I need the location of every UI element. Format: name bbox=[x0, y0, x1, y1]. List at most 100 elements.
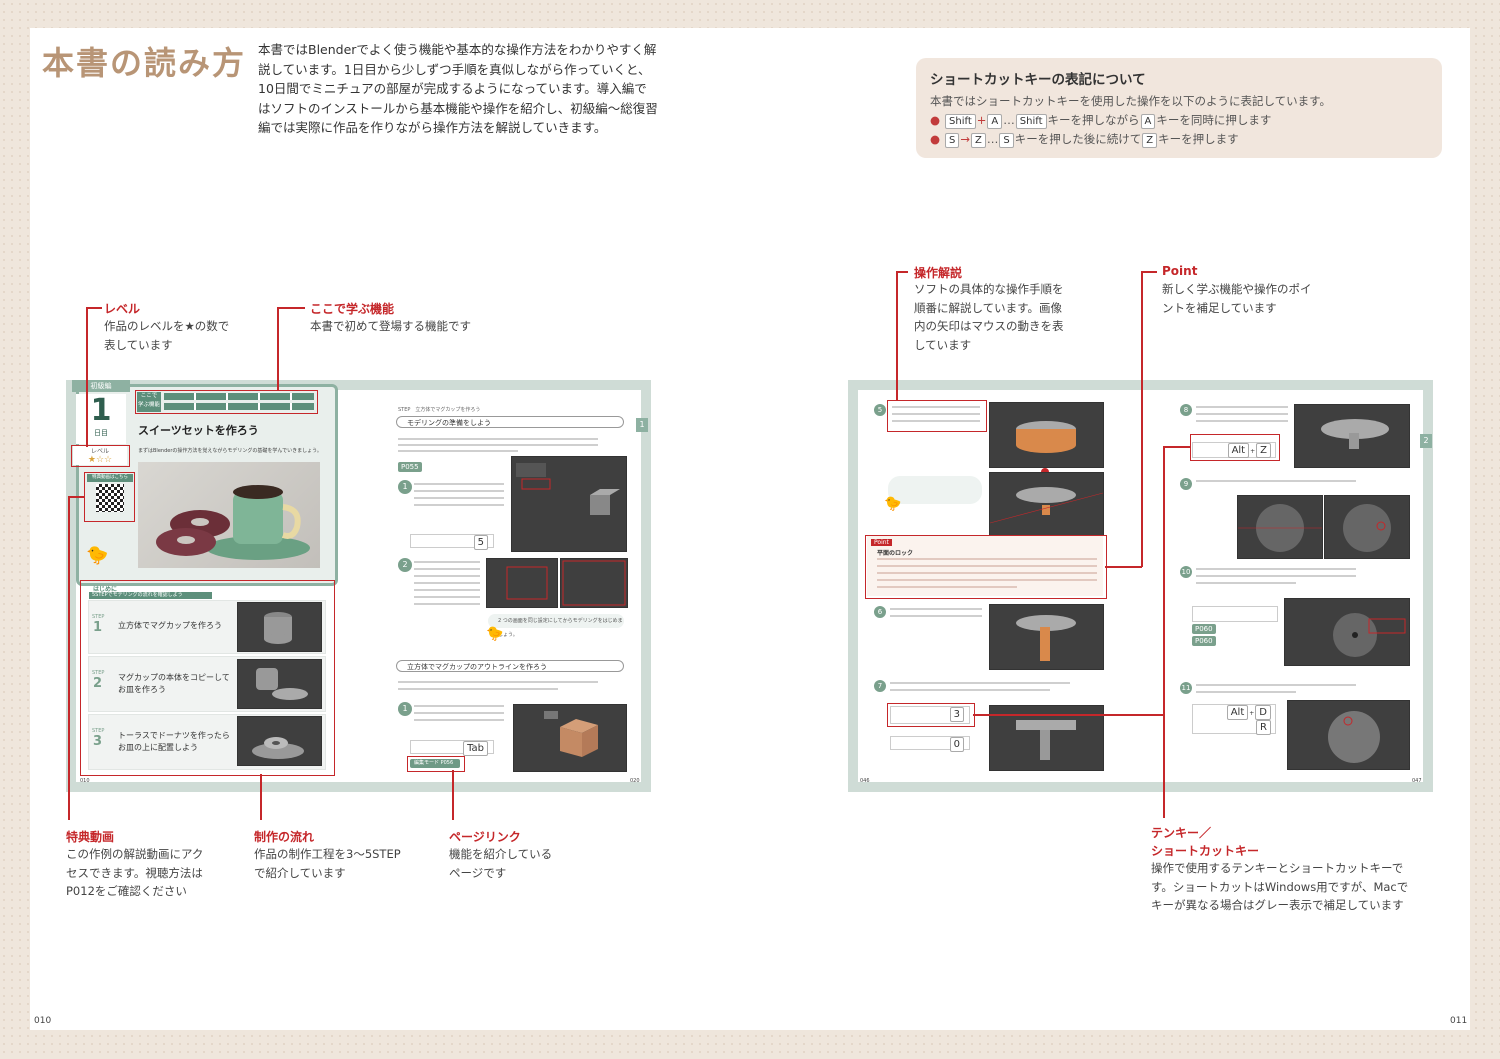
callout-level-label: レベル bbox=[104, 302, 141, 316]
key-shift: Shift bbox=[1015, 114, 1047, 129]
shortcut-description: 本書ではショートカットキーを使用した操作を以下のように表記しています。 bbox=[930, 94, 1332, 108]
blender-duplicate-screenshot bbox=[1287, 700, 1410, 770]
blender-cube-screenshot bbox=[513, 704, 627, 772]
shortcut-example-combo: ● Shift + A… Shift キーを押しながら A キーを同時に押します bbox=[930, 112, 1271, 129]
key-shift: Shift bbox=[945, 114, 976, 129]
key-z: Z bbox=[971, 133, 986, 148]
example-text: キーを押した後に続けて bbox=[1014, 132, 1142, 146]
day-badge: 1 日目 bbox=[76, 394, 126, 444]
step-circle: 11 bbox=[1180, 682, 1192, 694]
page-number-left: 010 bbox=[34, 1016, 52, 1026]
mascot-bird-icon: 🐤 bbox=[86, 545, 109, 566]
step-circle: 1 bbox=[398, 480, 412, 494]
keycap-box: 5 bbox=[410, 534, 494, 550]
blender-cylinder-screenshot bbox=[989, 472, 1104, 536]
step-circle: 9 bbox=[1180, 478, 1192, 490]
step-circle: 1 bbox=[398, 702, 412, 716]
key-a: A bbox=[1140, 114, 1156, 129]
section-heading: 立方体でマグカップのアウトラインを作ろう bbox=[396, 660, 624, 672]
keys-highlight-box bbox=[1190, 434, 1280, 461]
sample-folio: 046 bbox=[860, 778, 870, 784]
arrow-symbol: → bbox=[960, 132, 971, 146]
level-highlight-box bbox=[71, 445, 130, 467]
hint-bubble: 2 つの画面を同じ設定にしてからモデリングをはじめましょう。 bbox=[488, 614, 624, 638]
keys-highlight-box bbox=[887, 703, 975, 727]
edition-tag: 初級編 bbox=[72, 380, 130, 392]
blender-gizmo-screenshot bbox=[1324, 495, 1410, 559]
keycap-box bbox=[1192, 606, 1278, 622]
keycap-box: Alt + D R bbox=[1192, 704, 1276, 735]
blender-outliner-screenshot bbox=[486, 558, 558, 608]
column-step-label: STEP 立方体でマグカップを作ろう bbox=[398, 406, 480, 413]
key-d: D bbox=[1255, 705, 1271, 720]
callout-level-desc: 作品のレベルを★の数で 表しています bbox=[104, 319, 230, 352]
chapter-side-tab: 2 bbox=[1420, 434, 1432, 448]
step-circle: 10 bbox=[1180, 566, 1192, 578]
mascot-bird-icon: 🐤 bbox=[884, 496, 902, 512]
page-number-right: 011 bbox=[1450, 1016, 1468, 1026]
callout-keys-label: テンキー／ ショートカットキー bbox=[1151, 826, 1260, 858]
blender-pivot-screenshot bbox=[1284, 598, 1410, 666]
key-5: 5 bbox=[473, 535, 488, 550]
blender-table-screenshot bbox=[989, 604, 1104, 670]
keycap-box: 0 bbox=[890, 736, 970, 752]
mascot-bird-icon: 🐤 bbox=[486, 626, 504, 642]
step-circle: 6 bbox=[874, 606, 886, 618]
shortcut-heading: ショートカットキーの表記について bbox=[930, 72, 1146, 88]
shortcut-example-sequence: ● S → Z… S キーを押した後に続けて Z キーを押します bbox=[930, 131, 1239, 148]
sample-folio: 010 bbox=[80, 778, 90, 784]
pagelink-pill: P060 bbox=[1192, 636, 1216, 646]
pagelink-highlight-box bbox=[407, 756, 465, 772]
blender-gizmo-screenshot bbox=[1237, 495, 1323, 559]
callout-pagelink-label: ページリンク bbox=[449, 830, 521, 844]
step-word: STEP bbox=[398, 407, 411, 413]
callout-flow-desc: 作品の制作工程を3〜5STEP で紹介しています bbox=[254, 847, 401, 880]
callout-video-label: 特典動画 bbox=[66, 830, 115, 844]
sweets-set-photo bbox=[138, 462, 320, 568]
blender-viewport-screenshot bbox=[511, 456, 627, 552]
bullet-icon: ● bbox=[930, 113, 941, 127]
key-z: Z bbox=[1142, 133, 1158, 148]
shortcut-notation-box: ショートカットキーの表記について 本書ではショートカットキーを使用した操作を以下… bbox=[916, 58, 1442, 158]
callout-point-label: Point bbox=[1162, 264, 1198, 278]
callout-keys-desc: 操作で使用するテンキーとショートカットキーで す。ショートカットはWindows… bbox=[1151, 861, 1409, 912]
section-heading: モデリングの準備をしよう bbox=[396, 416, 624, 428]
point-highlight-box bbox=[865, 535, 1107, 599]
column-step-heading: 立方体でマグカップを作ろう bbox=[415, 407, 481, 413]
key-s: S bbox=[945, 133, 960, 148]
key-tab: Tab bbox=[463, 741, 488, 756]
blender-cylinder-screenshot bbox=[989, 402, 1104, 468]
sweets-illustration bbox=[156, 485, 310, 560]
video-highlight-box bbox=[84, 472, 135, 522]
example-text: キーを押しながら bbox=[1047, 113, 1140, 127]
callout-point-desc: 新しく学ぶ機能や操作のポイ ントを補足しています bbox=[1162, 282, 1312, 315]
blender-outliner-screenshot bbox=[560, 558, 628, 608]
callout-video-desc: この作例の解説動画にアク セスできます。視聴方法は P012をご確認ください bbox=[66, 847, 204, 898]
callout-operation-desc: ソフトの具体的な操作手順を 順番に解説しています。画像 内の矢印はマウスの動きを… bbox=[914, 282, 1064, 352]
key-alt: Alt bbox=[1226, 705, 1249, 720]
blender-topview-screenshot bbox=[1294, 404, 1410, 468]
example-text: キーを同時に押します bbox=[1156, 113, 1272, 127]
flow-highlight-box bbox=[80, 580, 335, 776]
bullet-icon: ● bbox=[930, 132, 941, 146]
pagelink-pill: P060 bbox=[1192, 624, 1216, 634]
key-0: 0 bbox=[949, 737, 964, 752]
key-r: R bbox=[1256, 720, 1271, 735]
pagelink-pill: P055 bbox=[398, 462, 422, 472]
features-highlight-box bbox=[135, 390, 318, 414]
chapter-title: スイーツセットを作ろう bbox=[138, 424, 259, 437]
operation-highlight-box bbox=[887, 400, 987, 432]
step-circle: 5 bbox=[874, 404, 886, 416]
plus-symbol: + bbox=[976, 113, 987, 127]
keycap-box: Tab bbox=[410, 740, 494, 756]
chapter-side-tab: 1 bbox=[636, 418, 648, 432]
separator: … bbox=[986, 132, 999, 146]
separator: … bbox=[1003, 113, 1015, 127]
callout-features-desc: 本書で初めて登場する機能です bbox=[310, 319, 471, 333]
step-circle: 2 bbox=[398, 558, 412, 572]
callout-pagelink-desc: 機能を紹介している ページです bbox=[449, 847, 553, 880]
page-title: 本書の読み方 bbox=[42, 44, 247, 82]
step-circle: 8 bbox=[1180, 404, 1192, 416]
day-label: 日目 bbox=[94, 429, 108, 437]
hint-bubble bbox=[888, 476, 982, 504]
